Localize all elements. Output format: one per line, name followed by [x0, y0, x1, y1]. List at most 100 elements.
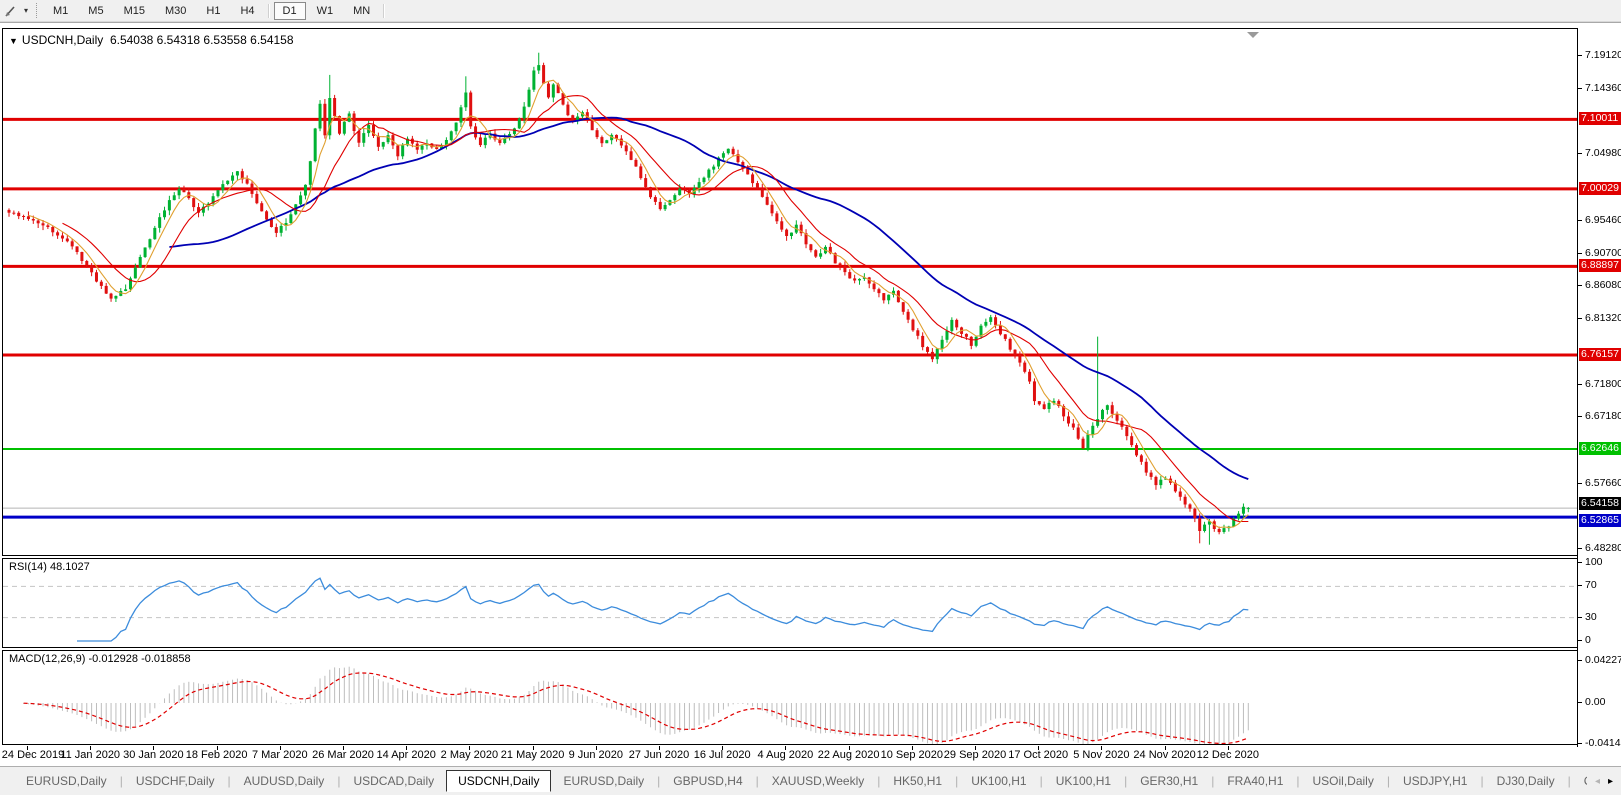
time-tick: 26 Mar 2020	[312, 749, 374, 761]
macd-plot	[23, 666, 1249, 744]
hline-price-label: 6.88897	[1579, 259, 1621, 273]
price-tick: 7.19120	[1578, 49, 1621, 62]
hline-price-label: 6.52865	[1579, 514, 1621, 528]
price-tick: 0.00	[1578, 696, 1605, 709]
time-tick: 30 Jan 2020	[123, 749, 184, 761]
timeframe-buttons: M1 M5 M15 M30 H1 H4 D1 W1 MN	[43, 1, 388, 20]
collapse-triangle-icon[interactable]: ▼	[9, 36, 18, 46]
macd-signal-value: -0.018858	[141, 653, 191, 665]
macd-name: MACD(12,26,9)	[9, 653, 86, 665]
macd-main-value: -0.012928	[88, 653, 139, 665]
time-tick: 16 Jul 2020	[693, 749, 751, 761]
time-tick: 29 Sep 2020	[943, 749, 1007, 761]
candlestick-chart	[3, 32, 1577, 545]
rsi-label: RSI(14) 48.1027	[9, 561, 90, 573]
tab-xauusd-weekly[interactable]: XAUUSD,Weekly	[760, 770, 876, 792]
hline-price-label: 6.76157	[1579, 347, 1621, 361]
tab-dj30-daily[interactable]: DJ30,Daily	[1485, 770, 1567, 792]
price-tick: 6.71800	[1578, 378, 1621, 391]
timeframe-h1-button[interactable]: H1	[197, 2, 229, 20]
hline-price-label: 6.62646	[1579, 442, 1621, 455]
price-tick: 7.04980	[1578, 147, 1621, 160]
timeframe-m30-button[interactable]: M30	[156, 2, 195, 20]
tab-usdjpy-h1[interactable]: USDJPY,H1	[1391, 770, 1479, 792]
macd-label: MACD(12,26,9) -0.012928 -0.018858	[9, 653, 191, 665]
chart-shift-marker	[1247, 32, 1259, 38]
price-tick: 6.67180	[1578, 410, 1621, 423]
rsi-value: 48.1027	[49, 561, 90, 573]
tab-ger30-h1[interactable]: GER30,H1	[1128, 770, 1210, 792]
time-tick: 4 Aug 2020	[757, 749, 814, 761]
ohlc-close: 6.54158	[250, 33, 294, 47]
time-tick: 14 Apr 2020	[376, 749, 436, 761]
toolbar-separator	[383, 3, 386, 18]
timeframe-mn-button[interactable]: MN	[344, 2, 379, 20]
time-tick: 5 Nov 2020	[1073, 749, 1130, 761]
tab-scroll-arrows: ◂ ▸	[1587, 776, 1621, 787]
price-tick: 6.95460	[1578, 214, 1621, 227]
timeframe-m15-button[interactable]: M15	[115, 2, 154, 20]
price-tick: 6.57660	[1578, 477, 1621, 490]
hline-price-label: 7.00029	[1579, 181, 1621, 195]
price-tick: 7.14360	[1578, 82, 1621, 95]
time-tick: 22 Aug 2020	[817, 749, 880, 761]
tab-fra40-h1[interactable]: FRA40,H1	[1215, 770, 1295, 792]
tab-usoil-daily[interactable]: USOil,Daily	[1301, 770, 1386, 792]
rsi-panel[interactable]: RSI(14) 48.1027	[2, 558, 1578, 648]
macd-panel[interactable]: MACD(12,26,9) -0.012928 -0.018858	[2, 650, 1578, 745]
tab-uk100-h1[interactable]: UK100,H1	[1044, 770, 1123, 792]
price-tick: 6.90700	[1578, 247, 1621, 260]
time-axis[interactable]: 24 Dec 2019 11 Jan 2020 30 Jan 2020 18 Feb …	[0, 746, 1577, 766]
price-chart-panel[interactable]: ▼ USDCNH,Daily 6.54038 6.54318 6.53558 6.…	[2, 28, 1578, 556]
time-tick: 24 Nov 2020	[1133, 749, 1196, 761]
timeframe-h4-button[interactable]: H4	[231, 2, 263, 20]
tab-uk100-h1[interactable]: UK100,H1	[959, 770, 1038, 792]
price-tick: 0.042275	[1578, 654, 1621, 667]
tab-audusd-daily[interactable]: AUDUSD,Daily	[232, 770, 337, 792]
time-tick: 21 May 2020	[500, 749, 565, 761]
tab-usdchf-daily[interactable]: USDCHF,Daily	[124, 770, 227, 792]
tab-scroll-left-icon[interactable]: ◂	[1595, 776, 1600, 787]
price-tick: 70	[1578, 579, 1597, 592]
timeframe-toolbar: ▾ M1 M5 M15 M30 H1 H4 D1 W1 MN	[0, 0, 1621, 22]
tab-hk50-h1[interactable]: HK50,H1	[881, 770, 954, 792]
price-tick: -0.04148	[1578, 737, 1621, 750]
price-axis[interactable]: 7.19120 7.14360 7.04980 6.95460 6.90700 6.860…	[1577, 28, 1621, 750]
tool-dropdown-caret-icon[interactable]: ▾	[20, 6, 32, 15]
timeframe-m1-button[interactable]: M1	[44, 2, 77, 20]
time-tick: 17 Oct 2020	[1008, 749, 1069, 761]
price-tick: 30	[1578, 611, 1597, 624]
tab-scroll-right-icon[interactable]: ▸	[1608, 776, 1613, 787]
timeframe-w1-button[interactable]: W1	[308, 2, 343, 20]
time-tick: 7 Mar 2020	[251, 749, 308, 761]
time-tick: 18 Feb 2020	[185, 749, 248, 761]
price-tick: 6.86080	[1578, 279, 1621, 292]
time-tick: 12 Dec 2020	[1196, 749, 1259, 761]
toolbar-grip[interactable]	[36, 3, 37, 18]
ohlc-open: 6.54038	[109, 33, 154, 47]
timeframe-m5-button[interactable]: M5	[79, 2, 112, 20]
chart-tabs: EURUSD,Daily | USDCHF,Daily | AUDUSD,Daily | U…	[0, 767, 1587, 795]
time-tick: 27 Jun 2020	[628, 749, 690, 761]
chart-title: ▼ USDCNH,Daily 6.54038 6.54318 6.53558 6.…	[9, 33, 294, 47]
price-tick: 0	[1578, 634, 1591, 647]
rsi-plot	[3, 577, 1577, 642]
tab-eurusd-daily[interactable]: EURUSD,Daily	[551, 770, 656, 792]
timeframe-d1-button[interactable]: D1	[273, 1, 306, 20]
time-tick: 2 May 2020	[440, 749, 499, 761]
time-tick: 9 Jun 2020	[568, 749, 624, 761]
candles	[7, 52, 1250, 545]
price-tick: 100	[1578, 556, 1603, 569]
tab-usdcnh-daily[interactable]: USDCNH,Daily	[446, 769, 552, 792]
tab-eurusd-daily[interactable]: EURUSD,Daily	[14, 770, 119, 792]
time-tick: 11 Jan 2020	[60, 749, 121, 761]
current-price-label: 6.54158	[1579, 497, 1621, 511]
tab-usdcad-daily[interactable]: USDCAD,Daily	[341, 770, 446, 792]
tab-gbpusd-h4[interactable]: GBPUSD,H4	[661, 770, 754, 792]
hline-price-label: 7.10011	[1579, 112, 1621, 126]
tab-china300-h1[interactable]: CHINA300,H1	[1572, 770, 1587, 792]
chart-tabs-bar: EURUSD,Daily | USDCHF,Daily | AUDUSD,Daily | U…	[0, 766, 1621, 795]
price-tick: 6.48280	[1578, 542, 1621, 555]
drawing-tool-icon[interactable]	[2, 3, 20, 19]
ohlc-high: 6.54318	[156, 33, 201, 47]
